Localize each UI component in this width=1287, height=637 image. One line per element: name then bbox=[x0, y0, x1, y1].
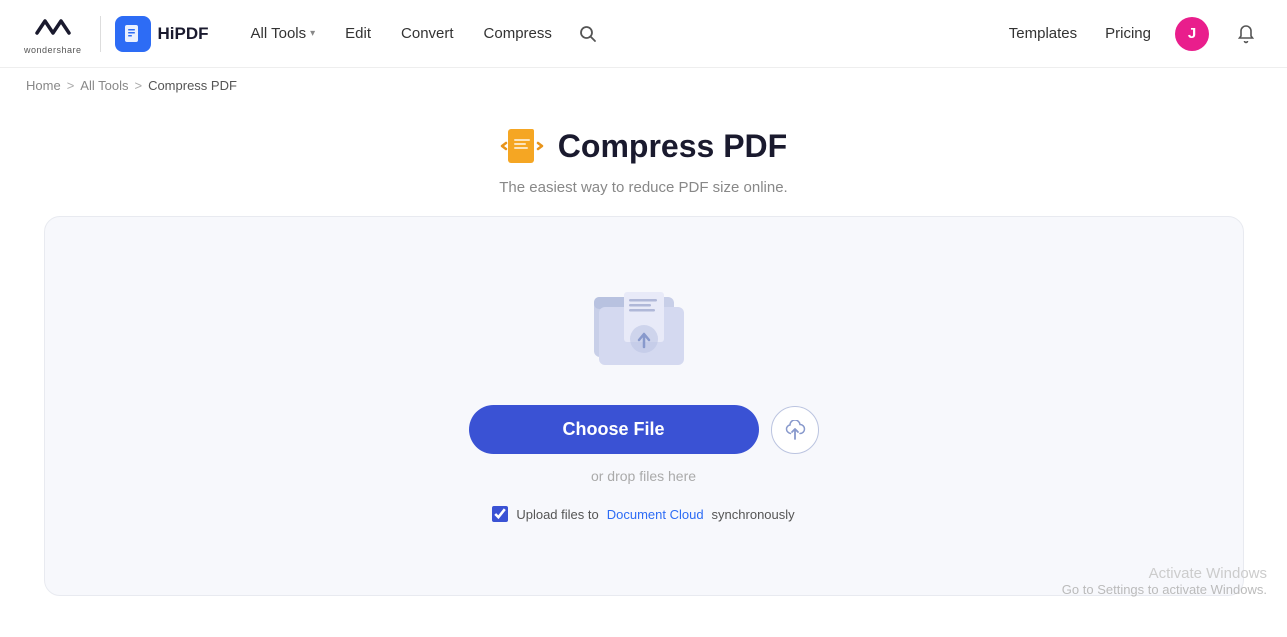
nav-templates[interactable]: Templates bbox=[1005, 17, 1081, 50]
upload-option-suffix: synchronously bbox=[712, 507, 795, 522]
choose-file-row: Choose File bbox=[469, 405, 819, 454]
compress-icon-svg bbox=[500, 123, 546, 169]
wondershare-logo[interactable]: wondershare bbox=[24, 13, 82, 55]
drop-hint: or drop files here bbox=[591, 468, 696, 484]
nav-all-tools-label: All Tools bbox=[251, 25, 307, 42]
header-right: Templates Pricing J bbox=[1005, 17, 1263, 51]
document-cloud-checkbox[interactable] bbox=[492, 506, 508, 522]
nav-all-tools[interactable]: All Tools ▾ bbox=[239, 17, 328, 50]
nav-compress[interactable]: Compress bbox=[472, 17, 564, 50]
folder-icon bbox=[589, 277, 699, 377]
page-title: Compress PDF bbox=[558, 128, 787, 165]
breadcrumb-sep-2: > bbox=[134, 78, 142, 93]
upload-option-text: Upload files to bbox=[516, 507, 598, 522]
chevron-down-icon: ▾ bbox=[310, 28, 315, 39]
folder-illustration bbox=[589, 277, 699, 377]
cloud-upload-icon bbox=[784, 420, 806, 440]
hipdf-svg bbox=[122, 23, 144, 45]
nav-pricing[interactable]: Pricing bbox=[1101, 17, 1155, 50]
header-divider bbox=[100, 16, 101, 52]
hipdf-icon bbox=[115, 16, 151, 52]
nav-compress-label: Compress bbox=[484, 25, 552, 42]
nav-edit-label: Edit bbox=[345, 25, 371, 42]
wondershare-icon bbox=[33, 13, 73, 45]
wondershare-text: wondershare bbox=[24, 45, 82, 55]
document-cloud-link[interactable]: Document Cloud bbox=[607, 507, 704, 522]
header: wondershare HiPDF All Tools ▾ Edit Conve… bbox=[0, 0, 1287, 68]
compress-pdf-icon bbox=[500, 123, 546, 169]
nav-edit[interactable]: Edit bbox=[333, 17, 383, 50]
breadcrumb-all-tools[interactable]: All Tools bbox=[80, 78, 128, 93]
page-subtitle: The easiest way to reduce PDF size onlin… bbox=[499, 179, 787, 196]
search-icon bbox=[579, 25, 597, 43]
breadcrumb-current: Compress PDF bbox=[148, 78, 237, 93]
breadcrumb: Home > All Tools > Compress PDF bbox=[0, 68, 1287, 103]
upload-option: Upload files to Document Cloud synchrono… bbox=[492, 506, 794, 522]
page-title-area: Compress PDF bbox=[500, 123, 787, 169]
nav-convert[interactable]: Convert bbox=[389, 17, 466, 50]
hipdf-label: HiPDF bbox=[158, 24, 209, 44]
bell-icon bbox=[1236, 24, 1256, 44]
breadcrumb-home[interactable]: Home bbox=[26, 78, 61, 93]
choose-file-button[interactable]: Choose File bbox=[469, 405, 759, 454]
cloud-upload-button[interactable] bbox=[771, 406, 819, 454]
user-avatar[interactable]: J bbox=[1175, 17, 1209, 51]
breadcrumb-sep-1: > bbox=[67, 78, 75, 93]
nav-menu: All Tools ▾ Edit Convert Compress bbox=[239, 16, 1005, 52]
nav-convert-label: Convert bbox=[401, 25, 454, 42]
hipdf-badge[interactable]: HiPDF bbox=[115, 16, 209, 52]
notification-bell-button[interactable] bbox=[1229, 17, 1263, 51]
upload-card: Choose File or drop files here Upload fi… bbox=[44, 216, 1244, 596]
logo-area: wondershare bbox=[24, 13, 82, 55]
main-content: Compress PDF The easiest way to reduce P… bbox=[0, 103, 1287, 626]
search-button[interactable] bbox=[570, 16, 606, 52]
